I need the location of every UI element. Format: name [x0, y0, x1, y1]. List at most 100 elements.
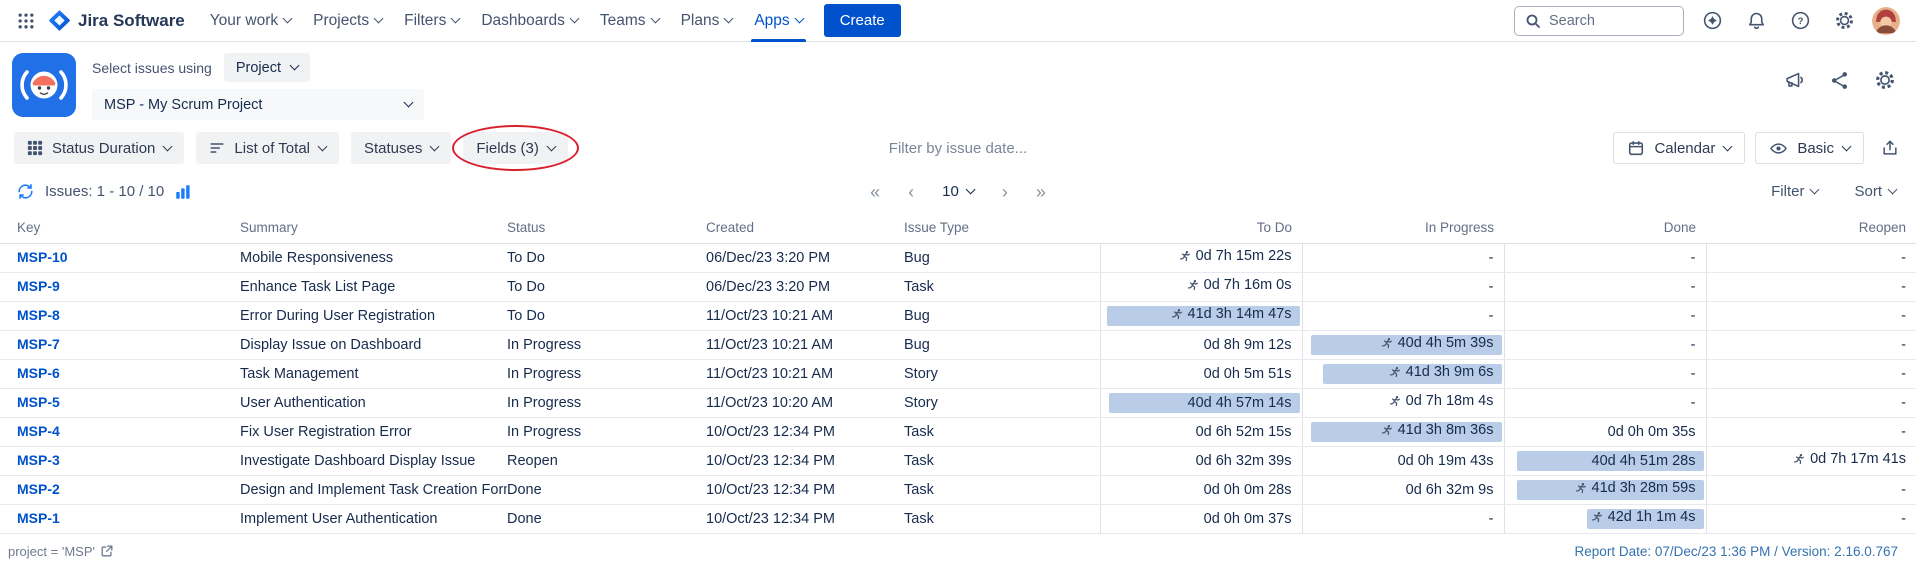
issues-table-body: MSP-10Mobile ResponsivenessTo Do06/Dec/2…: [0, 243, 1916, 533]
chart-view-icon[interactable]: [174, 183, 192, 201]
status-duration-cell: 0d 6h 32m 39s: [1100, 446, 1302, 475]
view-mode-dropdown[interactable]: Basic: [1755, 132, 1864, 164]
pagination-next-button[interactable]: ›: [1002, 183, 1008, 201]
duration-text: -: [1901, 482, 1906, 498]
nav-item-filters[interactable]: Filters: [393, 0, 470, 42]
column-header-created[interactable]: Created: [706, 213, 904, 243]
list-type-dropdown[interactable]: List of Total: [196, 132, 339, 164]
issue-key-link[interactable]: MSP-7: [17, 336, 60, 352]
statuses-dropdown[interactable]: Statuses: [351, 132, 451, 164]
issue-type-cell: Task: [904, 272, 1100, 301]
settings-gear-icon[interactable]: [1828, 5, 1860, 37]
external-link-icon[interactable]: [100, 544, 114, 558]
pagination-last-button[interactable]: »: [1036, 183, 1046, 201]
duration-value: 0d 7h 17m 41s: [1792, 451, 1906, 467]
export-icon[interactable]: [1880, 138, 1900, 158]
report-header-actions: [1783, 69, 1896, 91]
issue-source-value: Project: [236, 60, 281, 76]
duration-value: 40d 4h 5m 39s: [1380, 335, 1494, 351]
refresh-icon[interactable]: [16, 182, 35, 201]
status-duration-cell: -: [1504, 388, 1706, 417]
fields-dropdown[interactable]: Fields (3): [463, 132, 568, 164]
column-header-issue-type[interactable]: Issue Type: [904, 213, 1100, 243]
chevron-down-icon: [724, 14, 734, 24]
issue-key-cell: MSP-9: [0, 272, 240, 301]
duration-text: 0d 8h 9m 12s: [1204, 337, 1292, 353]
issue-source-dropdown[interactable]: Project: [224, 53, 310, 82]
issue-summary-cell: Implement User Authentication: [240, 504, 507, 533]
help-icon[interactable]: ?: [1784, 5, 1816, 37]
issue-created-cell: 10/Oct/23 12:34 PM: [706, 504, 904, 533]
app-switcher-icon[interactable]: [10, 5, 42, 37]
column-header-status[interactable]: Status: [507, 213, 706, 243]
duration-value: 41d 3h 8m 36s: [1380, 422, 1494, 438]
chevron-down-icon: [1888, 185, 1898, 195]
status-duration-cell: 42d 1h 1m 4s: [1504, 504, 1706, 533]
discover-icon[interactable]: [1696, 5, 1728, 37]
status-duration-cell: -: [1706, 272, 1916, 301]
filter-dropdown[interactable]: Filter: [1771, 183, 1818, 200]
feedback-megaphone-icon[interactable]: [1783, 69, 1805, 91]
issue-key-link[interactable]: MSP-5: [17, 394, 60, 410]
issue-key-link[interactable]: MSP-6: [17, 365, 60, 381]
primary-navigation: Your work Projects Filters Dashboards Te…: [199, 0, 814, 42]
nav-item-dashboards[interactable]: Dashboards: [470, 0, 589, 42]
date-filter-input[interactable]: Filter by issue date...: [889, 140, 1027, 157]
nav-item-projects[interactable]: Projects: [302, 0, 393, 42]
runner-icon: [1388, 395, 1401, 408]
status-duration-cell: -: [1706, 359, 1916, 388]
status-duration-cell: 41d 3h 28m 59s: [1504, 475, 1706, 504]
issue-status-cell: Done: [507, 504, 706, 533]
issue-key-link[interactable]: MSP-2: [17, 481, 60, 497]
duration-text: -: [1901, 511, 1906, 527]
status-duration-cell: -: [1706, 330, 1916, 359]
nav-label: Dashboards: [481, 12, 565, 30]
column-header-reopen[interactable]: Reopen: [1706, 213, 1916, 243]
pagination-prev-button[interactable]: ‹: [908, 183, 914, 201]
share-icon[interactable]: [1829, 70, 1850, 91]
column-header-summary[interactable]: Summary: [240, 213, 507, 243]
user-avatar[interactable]: [1872, 7, 1900, 35]
status-duration-cell: -: [1504, 243, 1706, 272]
column-header-done[interactable]: Done: [1504, 213, 1706, 243]
issue-key-link[interactable]: MSP-10: [17, 249, 68, 265]
duration-text: 0d 7h 17m 41s: [1810, 451, 1906, 467]
report-settings-gear-icon[interactable]: [1874, 69, 1896, 91]
issue-key-link[interactable]: MSP-1: [17, 510, 60, 526]
eye-icon: [1769, 139, 1788, 158]
fields-dropdown-wrapper: Fields (3): [463, 132, 568, 164]
project-dropdown[interactable]: MSP - My Scrum Project: [92, 89, 424, 120]
issues-bar: Issues: 1 - 10 / 10 « ‹ 10 › » Filter So…: [0, 176, 1916, 213]
nav-label: Teams: [600, 12, 646, 30]
notifications-bell-icon[interactable]: [1740, 5, 1772, 37]
jira-brand[interactable]: Jira Software: [42, 9, 199, 32]
issue-key-link[interactable]: MSP-9: [17, 278, 60, 294]
page-size-dropdown[interactable]: 10: [942, 183, 974, 200]
search-box[interactable]: [1514, 6, 1684, 36]
nav-item-plans[interactable]: Plans: [670, 0, 744, 42]
calendar-dropdown[interactable]: Calendar: [1613, 132, 1745, 164]
column-header-todo[interactable]: To Do: [1100, 213, 1302, 243]
status-duration-cell: 0d 0h 19m 43s: [1302, 446, 1504, 475]
report-type-dropdown[interactable]: Status Duration: [14, 132, 184, 164]
duration-value: -: [1489, 279, 1494, 295]
issue-key-cell: MSP-4: [0, 417, 240, 446]
column-header-key[interactable]: Key: [0, 213, 240, 243]
issue-key-link[interactable]: MSP-4: [17, 423, 60, 439]
duration-value: -: [1901, 482, 1906, 498]
issue-key-link[interactable]: MSP-8: [17, 307, 60, 323]
status-duration-cell: -: [1706, 417, 1916, 446]
nav-item-apps[interactable]: Apps: [743, 0, 813, 42]
search-input[interactable]: [1549, 13, 1673, 29]
issue-key-link[interactable]: MSP-3: [17, 452, 60, 468]
chevron-down-icon: [430, 141, 440, 151]
pagination-first-button[interactable]: «: [870, 183, 880, 201]
create-button[interactable]: Create: [824, 4, 901, 37]
table-row: MSP-10Mobile ResponsivenessTo Do06/Dec/2…: [0, 243, 1916, 272]
nav-item-your-work[interactable]: Your work: [199, 0, 302, 42]
sort-dropdown[interactable]: Sort: [1854, 183, 1896, 200]
nav-item-teams[interactable]: Teams: [589, 0, 670, 42]
duration-text: 0d 7h 16m 0s: [1204, 277, 1292, 293]
duration-text: -: [1691, 279, 1696, 295]
column-header-in-progress[interactable]: In Progress: [1302, 213, 1504, 243]
